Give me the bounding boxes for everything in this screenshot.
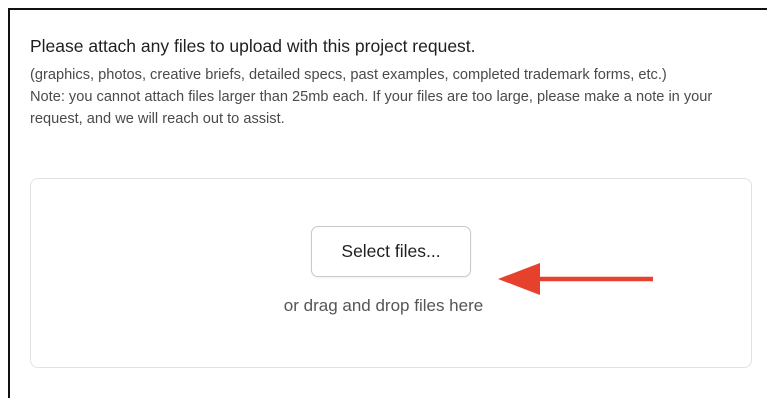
file-size-note: Note: you cannot attach files larger tha… [30,89,713,127]
arrow-left-icon [498,263,653,295]
select-files-button[interactable]: Select files... [311,226,471,277]
upload-description: (graphics, photos, creative briefs, deta… [30,64,750,130]
upload-title: Please attach any files to upload with t… [30,36,476,56]
drag-drop-hint: or drag and drop files here [283,296,484,315]
file-types-hint: (graphics, photos, creative briefs, deta… [30,67,667,83]
